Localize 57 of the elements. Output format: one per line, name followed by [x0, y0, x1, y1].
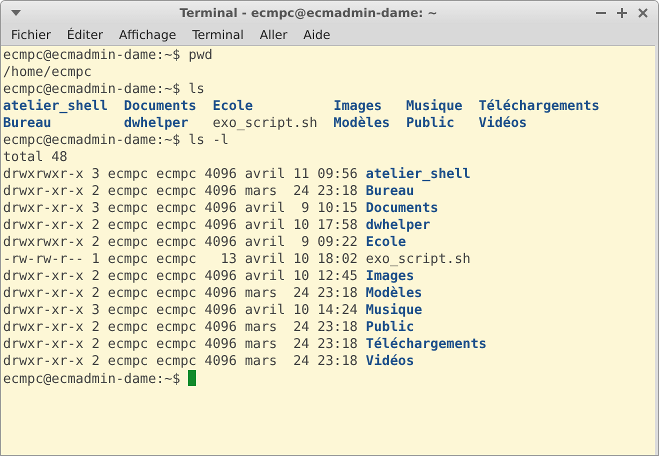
- file-details: drwxr-xr-x 2 ecmpc ecmpc 4096 mars 24 23:18: [3, 320, 358, 335]
- command-text: pwd: [188, 48, 213, 63]
- output-text: total 48: [3, 150, 68, 165]
- menu-item[interactable]: Affichage: [110, 28, 184, 42]
- directory-name: Ecole: [212, 99, 253, 114]
- file-details: drwxr-xr-x 3 ecmpc ecmpc 4096 avril 9 10:15: [3, 201, 358, 216]
- file-details: drwxr-xr-x 2 ecmpc ecmpc 4096 mars 24 23:18: [3, 184, 358, 199]
- file-details: drwxr-xr-x 3 ecmpc ecmpc 4096 avril 10 14:24: [3, 303, 358, 318]
- directory-name: Public: [406, 116, 454, 131]
- directory-name: Téléchargements: [366, 337, 487, 352]
- directory-name: Documents: [124, 99, 196, 114]
- window-title: Terminal - ecmpc@ecmadmin-dame: ~: [178, 6, 438, 20]
- directory-name: Modèles: [334, 116, 390, 131]
- directory-name: Bureau: [366, 184, 414, 199]
- shell-prompt: ecmpc@ecmadmin-dame:~$: [3, 48, 180, 63]
- dropdown-arrow-icon[interactable]: [11, 10, 21, 16]
- file-details: drwxr-xr-x 2 ecmpc ecmpc 4096 avril 10 12:45: [3, 269, 358, 284]
- minimize-icon[interactable]: [596, 12, 606, 14]
- close-icon[interactable]: [638, 8, 648, 18]
- file-details: drwxrwxr-x 3 ecmpc ecmpc 4096 avril 11 09:56: [3, 167, 358, 182]
- directory-name: Musique: [406, 99, 462, 114]
- directory-name: Vidéos: [478, 116, 527, 131]
- menu-item[interactable]: Aller: [252, 28, 296, 42]
- file-details: drwxr-xr-x 2 ecmpc ecmpc 4096 mars 24 23:18: [3, 286, 358, 301]
- directory-name: Public: [366, 320, 414, 335]
- directory-name: Vidéos: [366, 354, 414, 369]
- directory-name: atelier_shell: [3, 99, 108, 114]
- directory-name: dwhelper: [124, 116, 188, 131]
- directory-name: atelier_shell: [366, 167, 471, 182]
- directory-name: Ecole: [366, 235, 406, 250]
- directory-name: dwhelper: [366, 218, 430, 233]
- file-details: drwxrwxr-x 2 ecmpc ecmpc 4096 avril 9 09:22: [3, 235, 358, 250]
- file-details: drwxr-xr-x 2 ecmpc ecmpc 4096 avril 10 17:58: [3, 218, 358, 233]
- terminal-area[interactable]: [1, 45, 655, 455]
- shell-prompt: ecmpc@ecmadmin-dame:~$: [3, 372, 180, 387]
- maximize-icon[interactable]: [617, 8, 627, 18]
- file-name: exo_script.sh: [212, 116, 318, 131]
- shell-prompt: ecmpc@ecmadmin-dame:~$: [3, 133, 180, 148]
- directory-name: Images: [366, 269, 414, 284]
- file-details: drwxr-xr-x 2 ecmpc ecmpc 4096 mars 24 23:18: [3, 354, 358, 369]
- command-text: ls -l: [188, 133, 229, 148]
- menu-item[interactable]: Éditer: [58, 28, 111, 42]
- command-text: ls: [188, 82, 205, 97]
- menu-item[interactable]: Aide: [295, 28, 338, 42]
- directory-name: Modèles: [366, 286, 422, 301]
- directory-name: Téléchargements: [478, 99, 600, 114]
- directory-name: Images: [334, 99, 382, 114]
- menu-item[interactable]: Terminal: [184, 28, 252, 42]
- file-details: drwxr-xr-x 2 ecmpc ecmpc 4096 mars 24 23:18: [3, 337, 358, 352]
- file-name: exo_script.sh: [366, 252, 471, 267]
- directory-name: Bureau: [3, 116, 52, 131]
- file-details: -rw-rw-r-- 1 ecmpc ecmpc 13 avril 10 18:02: [3, 252, 358, 267]
- output-text: /home/ecmpc: [3, 65, 92, 80]
- directory-name: Musique: [366, 303, 422, 318]
- shell-prompt: ecmpc@ecmadmin-dame:~$: [3, 82, 180, 97]
- menu-item[interactable]: Fichier: [3, 28, 59, 42]
- directory-name: Documents: [366, 201, 438, 216]
